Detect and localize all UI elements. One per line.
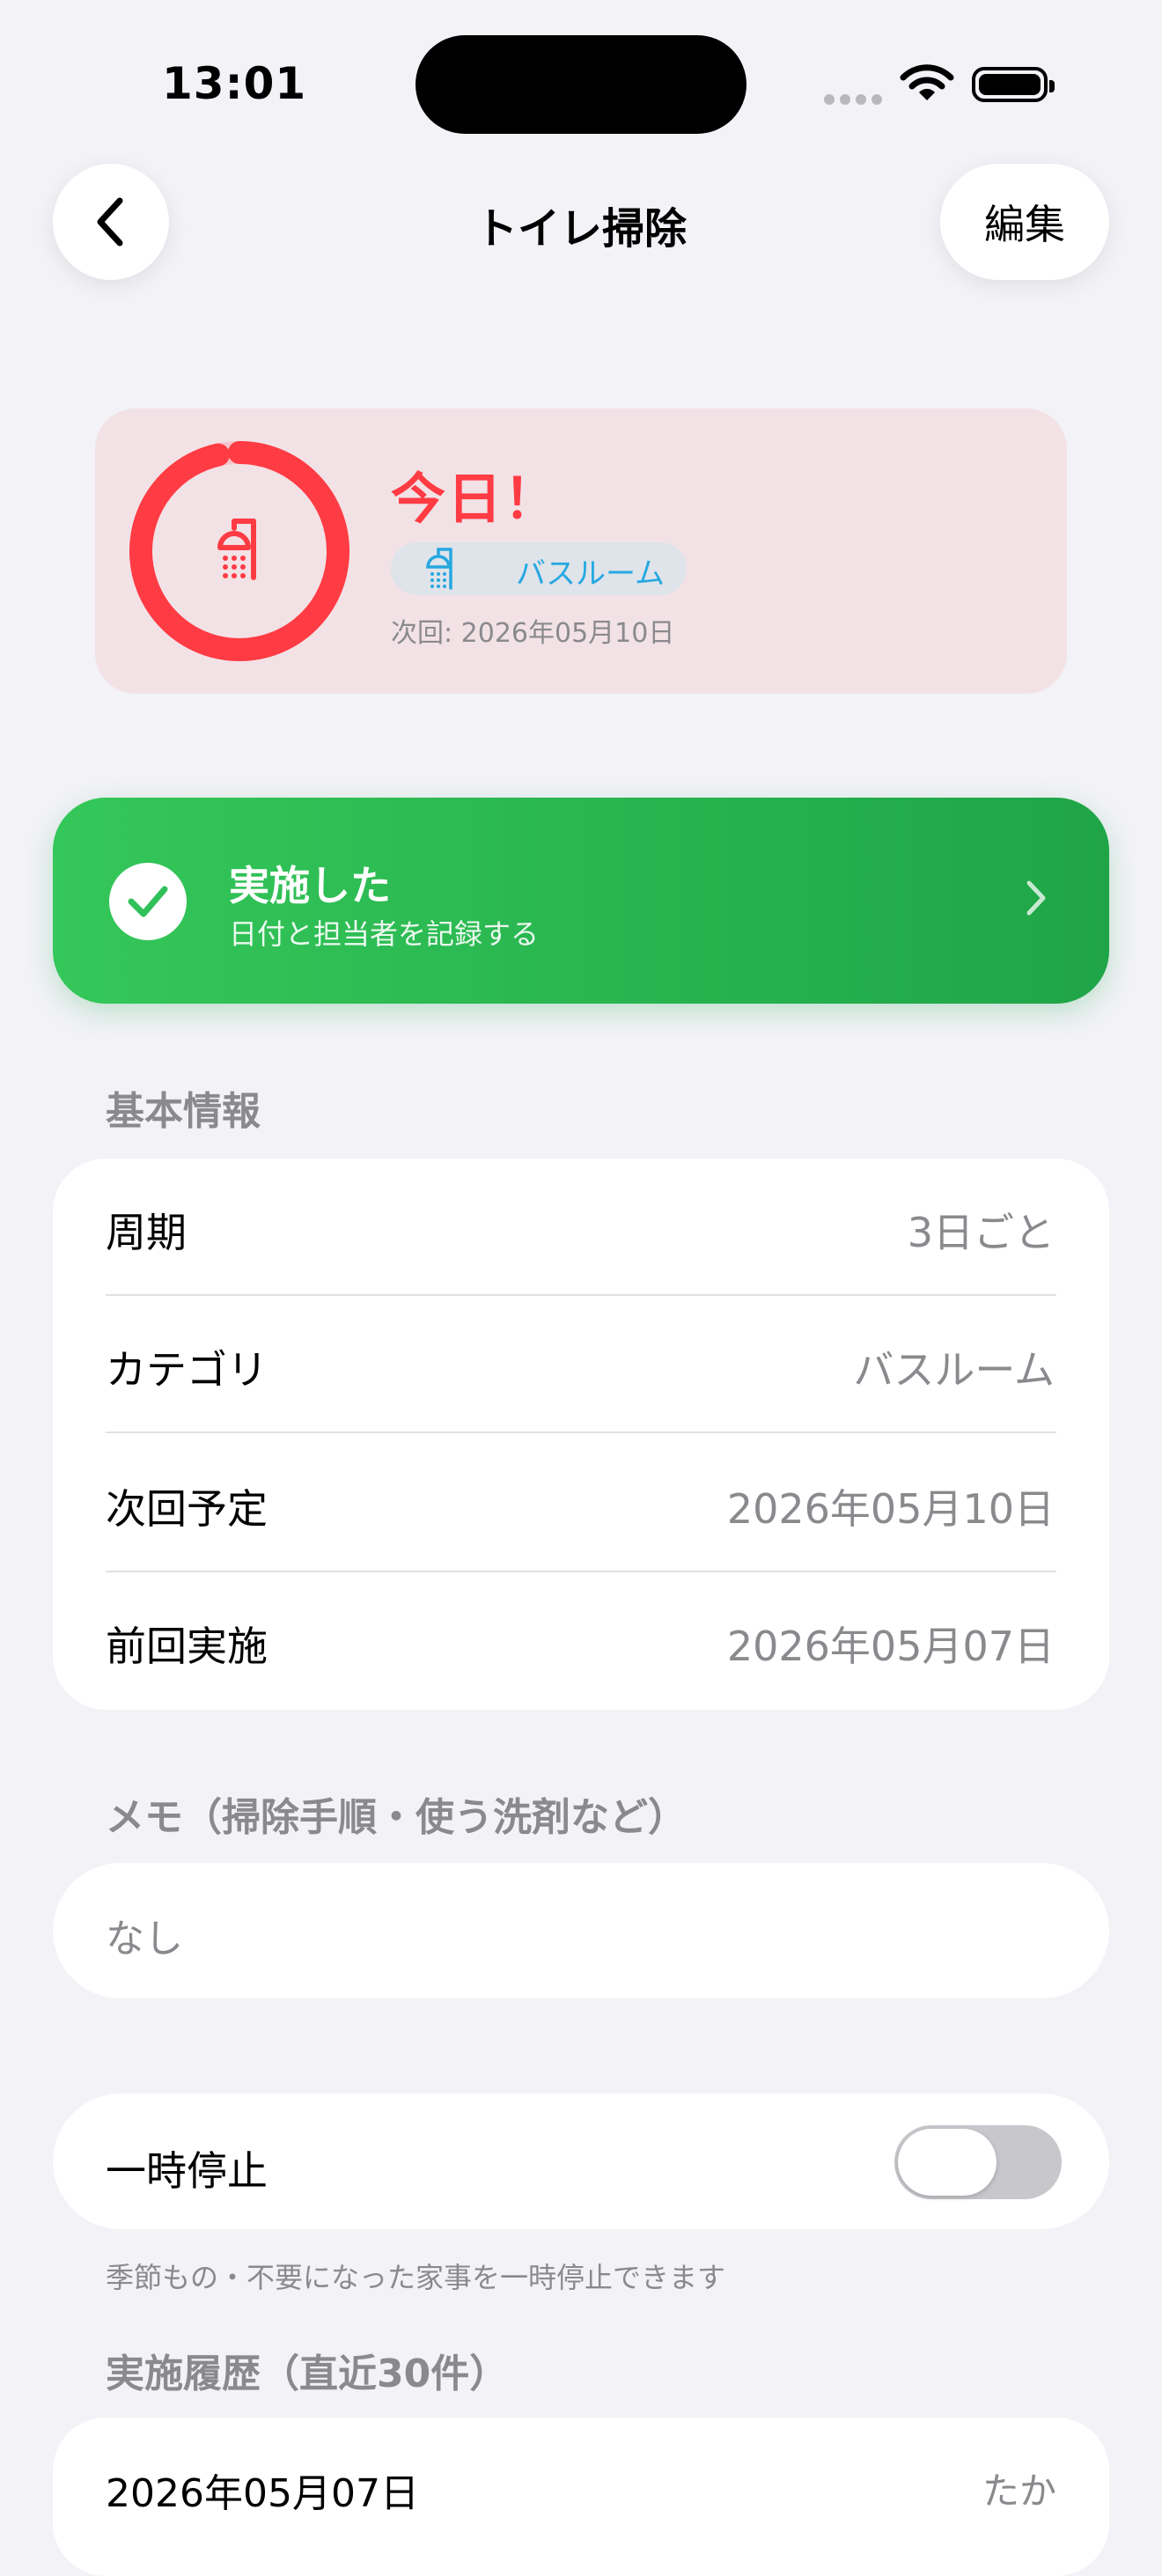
info-row-label: 周期 <box>106 1209 187 1256</box>
mark-done-title: 実施した <box>229 862 391 909</box>
category-badge-label: バスルーム <box>516 556 665 592</box>
info-row-label: 前回実施 <box>106 1623 268 1670</box>
battery-icon <box>972 67 1055 102</box>
mark-done-subtitle: 日付と担当者を記録する <box>229 917 540 951</box>
next-date-text: 次回: 2026年05月10日 <box>391 618 675 649</box>
info-row-value: 2026年05月10日 <box>726 1485 1055 1533</box>
memo-header: メモ（掃除手順・使う洗剤など） <box>106 1795 687 1840</box>
cellular-signal-icon <box>824 92 887 108</box>
toggle-knob <box>898 2129 997 2196</box>
shower-icon <box>217 519 256 580</box>
edit-button[interactable]: 編集 <box>940 164 1109 280</box>
due-status: 今日！ <box>391 467 561 531</box>
pause-note: 季節もの・不要になった家事を一時停止できます <box>106 2261 726 2294</box>
pause-label: 一時停止 <box>106 2147 268 2195</box>
wifi-icon <box>900 63 954 107</box>
info-row-label: カテゴリ <box>106 1346 268 1394</box>
checkmark-circle-icon <box>109 863 187 940</box>
info-row-value: 3日ごと <box>907 1209 1055 1256</box>
history-header: 実施履歴（直近30件） <box>106 2352 509 2396</box>
divider <box>106 1571 1056 1572</box>
memo-field[interactable] <box>53 1863 1109 1998</box>
chevron-right-icon <box>1026 880 1046 916</box>
info-row-value: バスルーム <box>853 1346 1055 1394</box>
pause-toggle[interactable] <box>894 2125 1062 2199</box>
basic-info-header: 基本情報 <box>106 1089 261 1134</box>
history-item-date: 2026年05月07日 <box>106 2471 419 2516</box>
info-row-label: 次回予定 <box>106 1485 268 1533</box>
mark-done-button[interactable] <box>53 798 1109 1004</box>
progress-ring <box>129 441 349 661</box>
status-time: 13:01 <box>162 58 307 109</box>
dynamic-island <box>416 35 746 134</box>
memo-value: なし <box>106 1917 183 1961</box>
divider <box>106 1432 1056 1433</box>
divider <box>106 1294 1056 1296</box>
info-row-value: 2026年05月07日 <box>726 1623 1055 1670</box>
history-item-person: たか <box>982 2469 1056 2513</box>
shower-icon <box>426 548 452 590</box>
